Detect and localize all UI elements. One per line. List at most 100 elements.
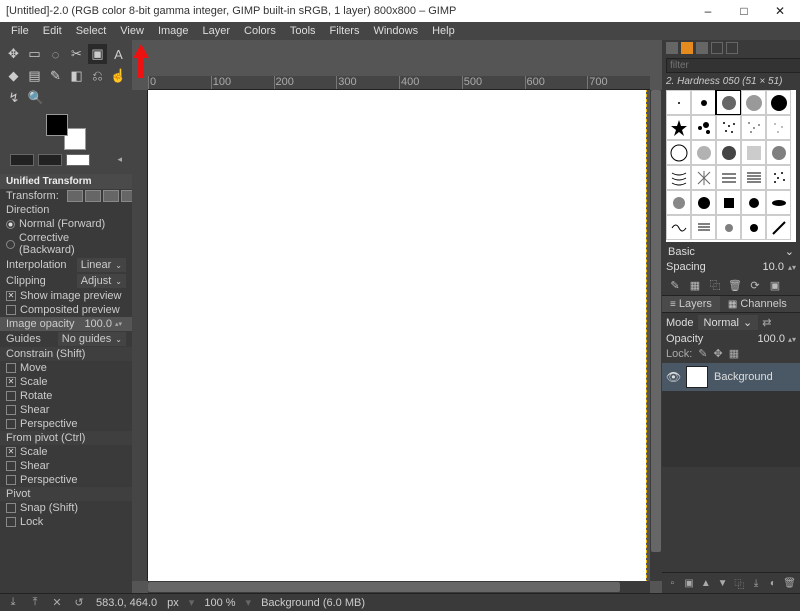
free-select-tool-icon[interactable]: ◌	[46, 44, 65, 64]
more-tab-icon[interactable]	[726, 42, 738, 54]
interpolation-select[interactable]: Linear⌄	[77, 258, 126, 272]
lock-pixels-icon[interactable]: ✎	[698, 347, 707, 360]
horizontal-ruler[interactable]: 0 100 200 300 400 500 600 700	[148, 76, 650, 90]
crop-tool-icon[interactable]: ✂	[67, 44, 86, 64]
unit-select[interactable]: px	[167, 597, 179, 609]
pivot-scale-checkbox[interactable]	[6, 447, 16, 457]
delete-layer-icon[interactable]: 🗑	[783, 576, 796, 590]
duplicate-layer-icon[interactable]: ⿻	[733, 576, 746, 590]
spacing-value[interactable]: 10.0	[763, 261, 784, 273]
direction-normal-radio[interactable]	[6, 220, 15, 229]
menu-filters[interactable]: Filters	[323, 23, 367, 39]
brush-indicator[interactable]	[10, 154, 34, 166]
delete-tool-preset-icon[interactable]: ✕	[50, 596, 64, 609]
pencil-tool-icon[interactable]: ✎	[46, 66, 65, 86]
merge-down-icon[interactable]: ⤓	[750, 576, 763, 590]
move-tool-icon[interactable]: ✥	[4, 44, 23, 64]
transform-target-path[interactable]	[103, 190, 119, 202]
raise-layer-icon[interactable]: ▲	[700, 576, 713, 590]
unified-transform-tool-icon[interactable]: ▣	[88, 44, 107, 64]
tab-channels[interactable]: ▦Channels	[720, 296, 795, 312]
snap-checkbox[interactable]	[6, 503, 16, 513]
tab-paths[interactable]: ↯Paths	[795, 296, 800, 312]
canvas-viewport[interactable]	[148, 90, 650, 581]
mode-switch-icon[interactable]: ⇄	[762, 316, 771, 329]
brush-grid[interactable]	[666, 90, 796, 242]
menu-image[interactable]: Image	[151, 23, 196, 39]
paths-tool-icon[interactable]: ↯	[4, 88, 24, 108]
layer-item[interactable]: 👁 Background	[662, 363, 800, 391]
menu-tools[interactable]: Tools	[283, 23, 323, 39]
constrain-perspective-checkbox[interactable]	[6, 419, 16, 429]
menu-windows[interactable]: Windows	[366, 23, 425, 39]
restore-tool-preset-icon[interactable]: ⤒	[28, 596, 42, 609]
smudge-tool-icon[interactable]: ☝	[109, 66, 128, 86]
lower-layer-icon[interactable]: ▼	[716, 576, 729, 590]
new-layer-icon[interactable]: ▫	[666, 576, 679, 590]
brushes-tab-icon[interactable]	[666, 42, 678, 54]
pattern-indicator[interactable]	[38, 154, 62, 166]
delete-brush-icon[interactable]: 🗑	[728, 278, 742, 292]
transform-target-layer[interactable]	[67, 190, 83, 202]
layer-mode-select[interactable]: Normal⌄	[698, 315, 759, 330]
zoom-tool-icon[interactable]: 🔍	[26, 88, 46, 108]
edit-brush-icon[interactable]: ✎	[668, 278, 682, 292]
pivot-perspective-checkbox[interactable]	[6, 475, 16, 485]
fg-bg-colors[interactable]	[46, 114, 86, 150]
clipping-select[interactable]: Adjust⌄	[77, 274, 126, 288]
open-brush-as-image-icon[interactable]: ▣	[768, 278, 782, 292]
duplicate-brush-icon[interactable]: ⿻	[708, 278, 722, 292]
tab-layers[interactable]: ≡Layers	[662, 296, 720, 312]
constrain-scale-checkbox[interactable]	[6, 377, 16, 387]
layer-list[interactable]: 👁 Background	[662, 363, 800, 467]
pivot-shear-checkbox[interactable]	[6, 461, 16, 471]
zoom-select[interactable]: 100 %	[204, 597, 235, 609]
visibility-toggle-icon[interactable]: 👁	[666, 370, 680, 384]
menu-view[interactable]: View	[113, 23, 151, 39]
direction-corrective-radio[interactable]	[6, 240, 15, 249]
spacing-spinner-icon[interactable]: ▴▾	[788, 263, 796, 272]
lock-position-icon[interactable]: ✥	[714, 347, 723, 360]
refresh-brushes-icon[interactable]: ⟳	[748, 278, 762, 292]
layer-name[interactable]: Background	[714, 371, 773, 383]
constrain-rotate-checkbox[interactable]	[6, 391, 16, 401]
minimize-button[interactable]: –	[690, 0, 726, 22]
bucket-fill-tool-icon[interactable]: ◆	[4, 66, 23, 86]
transform-target-selection[interactable]	[85, 190, 101, 202]
rect-select-tool-icon[interactable]: ▭	[25, 44, 44, 64]
gradient-tool-icon[interactable]: ▤	[25, 66, 44, 86]
history-tab-icon[interactable]	[711, 42, 723, 54]
composited-checkbox[interactable]	[6, 305, 16, 315]
fonts-tab-icon[interactable]	[696, 42, 708, 54]
horizontal-scrollbar[interactable]	[148, 581, 650, 593]
gradient-indicator[interactable]	[66, 154, 90, 166]
menu-file[interactable]: File	[4, 23, 36, 39]
eraser-tool-icon[interactable]: ◧	[67, 66, 86, 86]
constrain-shear-checkbox[interactable]	[6, 405, 16, 415]
text-tool-icon[interactable]: A	[109, 44, 128, 64]
vertical-scrollbar[interactable]	[650, 90, 662, 581]
chevron-down-icon[interactable]: ⌄	[785, 245, 794, 258]
show-preview-checkbox[interactable]	[6, 291, 16, 301]
opacity-spinner-icon[interactable]: ▴▾	[788, 335, 796, 344]
save-tool-preset-icon[interactable]: ⤓	[6, 596, 20, 609]
menu-help[interactable]: Help	[425, 23, 462, 39]
lock-checkbox[interactable]	[6, 517, 16, 527]
new-brush-icon[interactable]: ▦	[688, 278, 702, 292]
menu-select[interactable]: Select	[69, 23, 114, 39]
layer-opacity-value[interactable]: 100.0	[757, 333, 785, 345]
menu-colors[interactable]: Colors	[237, 23, 283, 39]
maximize-button[interactable]: □	[726, 0, 762, 22]
layer-thumbnail[interactable]	[686, 366, 708, 388]
patterns-tab-icon[interactable]	[681, 42, 693, 54]
canvas[interactable]	[148, 90, 646, 581]
clone-tool-icon[interactable]: ⎌	[88, 66, 107, 86]
brush-filter-input[interactable]	[666, 58, 800, 73]
close-button[interactable]: ✕	[762, 0, 798, 22]
constrain-move-checkbox[interactable]	[6, 363, 16, 373]
guides-select[interactable]: No guides⌄	[58, 332, 126, 346]
menu-edit[interactable]: Edit	[36, 23, 69, 39]
menu-layer[interactable]: Layer	[196, 23, 238, 39]
lock-alpha-icon[interactable]: ▦	[729, 347, 739, 360]
mask-icon[interactable]: ◐	[767, 576, 780, 590]
